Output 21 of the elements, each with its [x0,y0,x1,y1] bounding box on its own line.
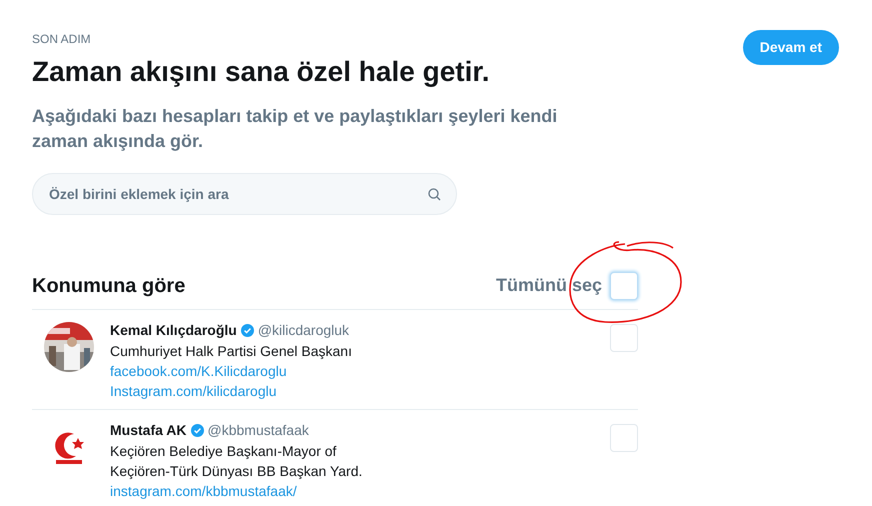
account-name[interactable]: Mustafa AK [110,420,186,441]
follow-checkbox[interactable] [610,324,638,352]
continue-button[interactable]: Devam et [742,30,839,65]
account-bio: Keçiören Belediye Başkanı-Mayor of [110,442,338,461]
subtitle: Aşağıdaki bazı hesapları takip et ve paylaştıkları şeyleri kendi zaman akışında gör. [32,105,558,153]
account-bio: Keçiören-Türk Dünyası BB Başkan Yard. [110,462,364,481]
section-title: Konumuna göre [32,274,186,299]
search-field[interactable]: Özel birini eklemek için ara [32,172,457,215]
profile-link[interactable]: Instagram.com/kilicdaroglu [110,380,277,401]
profile-link[interactable]: instagram.com/kbbmustafaak/ [110,480,297,501]
page-title: Zaman akışını sana özel hale getir. [32,55,491,89]
follow-checkbox[interactable] [610,424,638,452]
account-handle: @kilicdarogluk [258,320,350,340]
search-icon [428,188,441,201]
account-name[interactable]: Kemal Kılıçdaroğlu [110,320,237,341]
profile-link[interactable]: facebook.com/K.Kilicdaroglu [110,360,287,381]
account-bio: Cumhuriyet Halk Partisi Genel Başkanı [110,342,353,361]
select-all-label: Tümünü seç [496,274,602,298]
select-all-checkbox[interactable] [610,272,638,300]
account-handle: @kbbmustafaak [208,420,309,440]
step-label: SON ADIM [32,31,92,48]
